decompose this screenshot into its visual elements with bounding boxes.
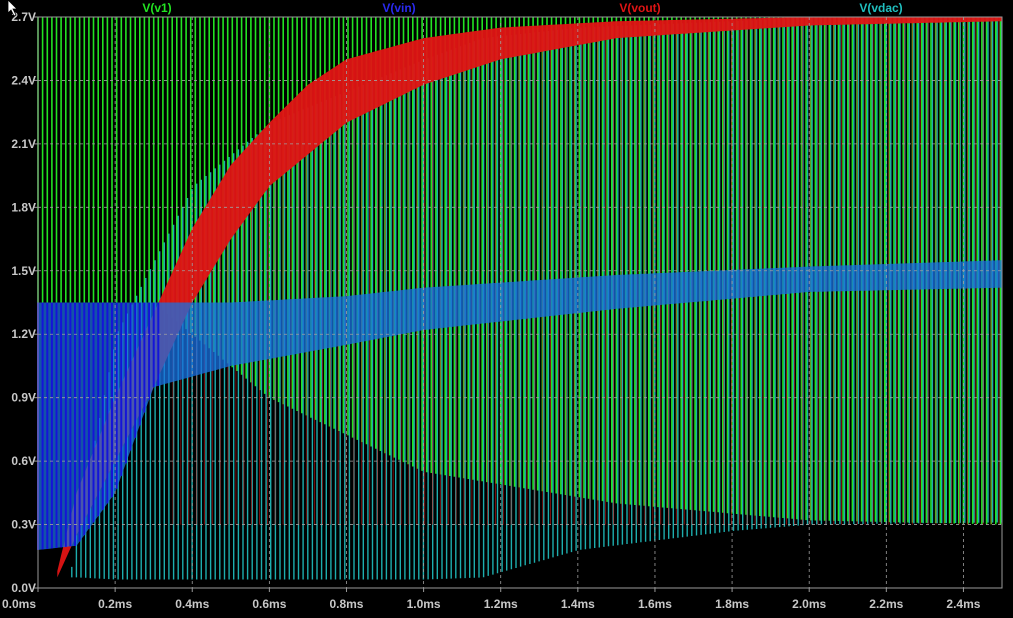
x-tick-label: 1.0ms: [407, 597, 441, 611]
legend-item-vvin[interactable]: V(vin): [382, 1, 415, 15]
x-tick-label: 2.4ms: [946, 597, 980, 611]
x-tick-label: 0.8ms: [329, 597, 363, 611]
y-tick-label: 1.8V: [11, 200, 36, 214]
y-tick-label: 0.0V: [11, 581, 36, 595]
x-tick-label: 1.4ms: [561, 597, 595, 611]
y-tick-label: 1.5V: [11, 264, 36, 278]
x-tick-label: 0.2ms: [98, 597, 132, 611]
y-tick-label: 2.7V: [11, 10, 36, 24]
x-tick-label: 0.0ms: [2, 597, 36, 611]
y-tick-label: 1.2V: [11, 327, 36, 341]
x-tick-label: 0.4ms: [175, 597, 209, 611]
y-tick-label: 2.1V: [11, 137, 36, 151]
x-tick-label: 2.2ms: [869, 597, 903, 611]
waveform-plot: 0.0V 0.3V 0.6V 0.9V 1.2V 1.5V 1.8V 2.1V 2.4V 2.7V…: [0, 0, 1013, 618]
legend-item-vvdac[interactable]: V(vdac): [859, 1, 902, 15]
x-tick-label: 1.2ms: [484, 597, 518, 611]
y-tick-label: 0.3V: [11, 518, 36, 532]
x-tick-label: 0.6ms: [252, 597, 286, 611]
x-tick-label: 1.6ms: [638, 597, 672, 611]
legend-item-vv1[interactable]: V(v1): [142, 1, 171, 15]
y-tick-label: 2.4V: [11, 73, 36, 87]
x-tick-label: 2.0ms: [792, 597, 826, 611]
legend-item-vvout[interactable]: V(vout): [619, 1, 660, 15]
y-tick-label: 0.9V: [11, 391, 36, 405]
y-tick-label: 0.6V: [11, 454, 36, 468]
x-tick-label: 1.8ms: [715, 597, 749, 611]
